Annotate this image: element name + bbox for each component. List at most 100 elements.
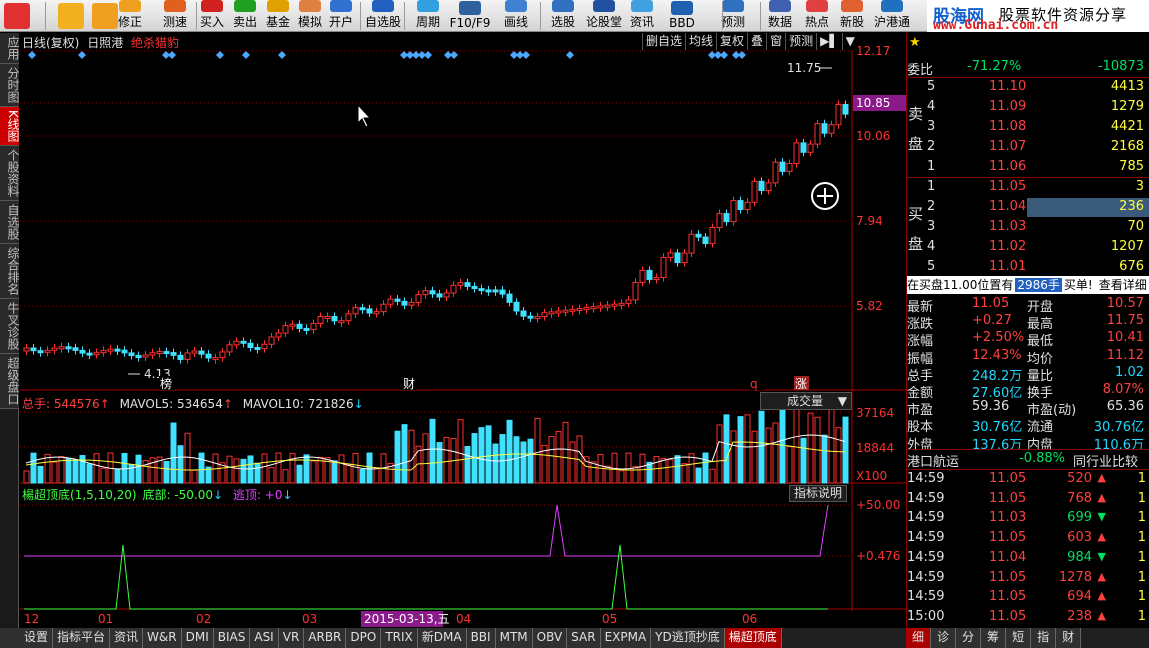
chart-button-0[interactable]: 删自选 xyxy=(642,33,685,50)
indicator-selector[interactable]: 成交量 ▼ xyxy=(760,392,852,410)
indicator-tab-18[interactable]: 楊超顶底 xyxy=(724,628,782,648)
volume-bar xyxy=(366,452,373,484)
candle-body xyxy=(128,352,135,357)
date-label: 06 xyxy=(742,612,757,626)
indicator-tab-4[interactable]: DMI xyxy=(181,628,214,648)
toolbar-button-11[interactable]: 选股 xyxy=(543,0,583,32)
expand-icon[interactable]: ▶▌ xyxy=(816,33,841,50)
chart-canvas[interactable]: 12.17 10.85 10.06 7.94 5.82 37164 18844 X100 +50… xyxy=(20,33,906,627)
price-axis-label: 12.17 xyxy=(856,44,890,58)
indicator-tab-0[interactable]: 设置 xyxy=(20,628,54,648)
detail-tab-5[interactable]: 指 xyxy=(1031,628,1057,648)
chart-button-4[interactable]: 窗 xyxy=(766,33,785,50)
chart-button-3[interactable]: 叠 xyxy=(747,33,766,50)
indicator-tab-16[interactable]: EXPMA xyxy=(600,628,652,648)
toolbar-button-14[interactable]: BBD xyxy=(662,0,702,32)
volume-bar xyxy=(170,422,177,484)
toolbar-button-18[interactable]: 新股 xyxy=(832,0,872,32)
wei-label: 委比 xyxy=(907,63,934,78)
volume-bar xyxy=(240,458,247,484)
volume-bar xyxy=(114,468,121,484)
left-tab-6[interactable]: 牛叉诊股 xyxy=(0,298,20,354)
toolbar-label: 画线 xyxy=(503,15,528,29)
indicator-help-button[interactable]: 指标说明 xyxy=(789,485,848,502)
indicator-axis-label: +0.476 xyxy=(856,549,900,563)
notice-detail-link[interactable]: 查看详细 xyxy=(1099,278,1147,292)
down-arrow-icon[interactable] xyxy=(92,3,118,29)
indicator-tab-8[interactable]: ARBR xyxy=(304,628,347,648)
toolbar-button-15[interactable]: 预测 xyxy=(713,0,753,32)
toolbar-button-10[interactable]: 画线 xyxy=(496,0,536,32)
candle-body xyxy=(695,233,702,238)
toolbar-separator xyxy=(722,2,723,30)
indicator-tab-3[interactable]: W&R xyxy=(143,628,182,648)
grid-icon[interactable] xyxy=(4,3,30,29)
left-tab-7[interactable]: 超级盘口 xyxy=(0,353,20,409)
candle-body xyxy=(842,103,849,115)
big-order-notice[interactable]: 在买盘11.00位置有 2986手 买单! 查看详细 xyxy=(907,276,1149,294)
toolbar-button-13[interactable]: 资讯 xyxy=(622,0,662,32)
detail-tab-0[interactable]: 细 xyxy=(906,628,932,648)
indicator-tab-1[interactable]: 指标平台 xyxy=(53,628,111,648)
toolbar-button-6[interactable]: 开户 xyxy=(321,0,361,32)
indicator-tab-2[interactable]: 资讯 xyxy=(110,628,144,648)
indicator-tab-17[interactable]: YD逃顶抄底 xyxy=(651,628,725,648)
chart-button-1[interactable]: 均线 xyxy=(685,33,716,50)
left-tab-3[interactable]: 个股资料 xyxy=(0,145,20,201)
detail-tab-1[interactable]: 诊 xyxy=(931,628,957,648)
detail-tab-4[interactable]: 短 xyxy=(1006,628,1032,648)
indicator-tab-9[interactable]: DPO xyxy=(346,628,382,648)
left-tab-2[interactable]: K线图 xyxy=(0,107,20,146)
star-icon[interactable]: ★ xyxy=(909,35,921,50)
toolbar-button-16[interactable]: 数据 xyxy=(760,0,800,32)
indicator-tab-12[interactable]: BBI xyxy=(466,628,496,648)
detail-tab-2[interactable]: 分 xyxy=(956,628,982,648)
toolbar-button-9[interactable]: F10/F9 xyxy=(450,0,490,32)
chart-button-2[interactable]: 复权 xyxy=(716,33,747,50)
wei-cha: -10873 xyxy=(1097,59,1144,74)
left-tab-1[interactable]: 分时图 xyxy=(0,64,20,107)
indicator-tab-15[interactable]: SAR xyxy=(567,628,601,648)
indicator-tab-10[interactable]: TRIX xyxy=(381,628,418,648)
toolbar-icon xyxy=(299,0,321,12)
signal-diamond xyxy=(78,51,86,59)
toolbar-button-7[interactable]: 自选股 xyxy=(363,0,403,32)
indicator-tab-6[interactable]: ASI xyxy=(250,628,279,648)
volume-bar xyxy=(191,469,198,484)
indicator-tab-14[interactable]: OBV xyxy=(532,628,568,648)
volume-bar xyxy=(499,434,506,484)
chart-button-5[interactable]: 预测 xyxy=(785,33,816,50)
detail-tab-3[interactable]: 筹 xyxy=(981,628,1007,648)
kline-chart[interactable]: 12.17 10.85 10.06 7.94 5.82 37164 18844 X100 +50… xyxy=(20,33,906,627)
detail-tab-6[interactable]: 财 xyxy=(1056,628,1082,648)
chart-menu-icon[interactable]: ▼ xyxy=(841,33,858,50)
toolbar-icon xyxy=(552,0,574,12)
toolbar-button-19[interactable]: 沪港通 xyxy=(872,0,912,32)
toolbar-button-12[interactable]: 论股堂 xyxy=(584,0,624,32)
toolbar-separator xyxy=(404,2,405,30)
toolbar-icon xyxy=(631,0,653,12)
back-arrow-icon[interactable] xyxy=(58,3,84,29)
indicator-tab-11[interactable]: 新DMA xyxy=(417,628,467,648)
candle-body xyxy=(772,161,779,184)
toolbar-button-1[interactable]: 测速 xyxy=(155,0,195,32)
toolbar-icon xyxy=(671,1,693,15)
left-tab-0[interactable]: 应用 xyxy=(0,33,20,64)
toolbar-label: 热点 xyxy=(804,15,829,29)
volume-bar xyxy=(695,467,702,484)
indicator-tab-13[interactable]: MTM xyxy=(495,628,533,648)
volume-bar xyxy=(744,414,751,484)
indicator-tab-5[interactable]: BIAS xyxy=(213,628,251,648)
notice-text: 在买盘11.00位置有 xyxy=(907,278,1014,292)
toolbar-button-8[interactable]: 周期 xyxy=(408,0,448,32)
left-tab-5[interactable]: 综合排名 xyxy=(0,243,20,299)
candle-body xyxy=(163,351,170,355)
indicator-tab-7[interactable]: VR xyxy=(278,628,305,648)
left-tab-4[interactable]: 自选股 xyxy=(0,200,20,244)
sell-level-row: 1 11.06 785 xyxy=(907,158,1149,177)
candle-body xyxy=(408,301,415,306)
candle-body xyxy=(674,252,681,264)
candle-body xyxy=(401,300,408,306)
toolbar-button-17[interactable]: 热点 xyxy=(797,0,837,32)
candle-body xyxy=(758,180,765,191)
